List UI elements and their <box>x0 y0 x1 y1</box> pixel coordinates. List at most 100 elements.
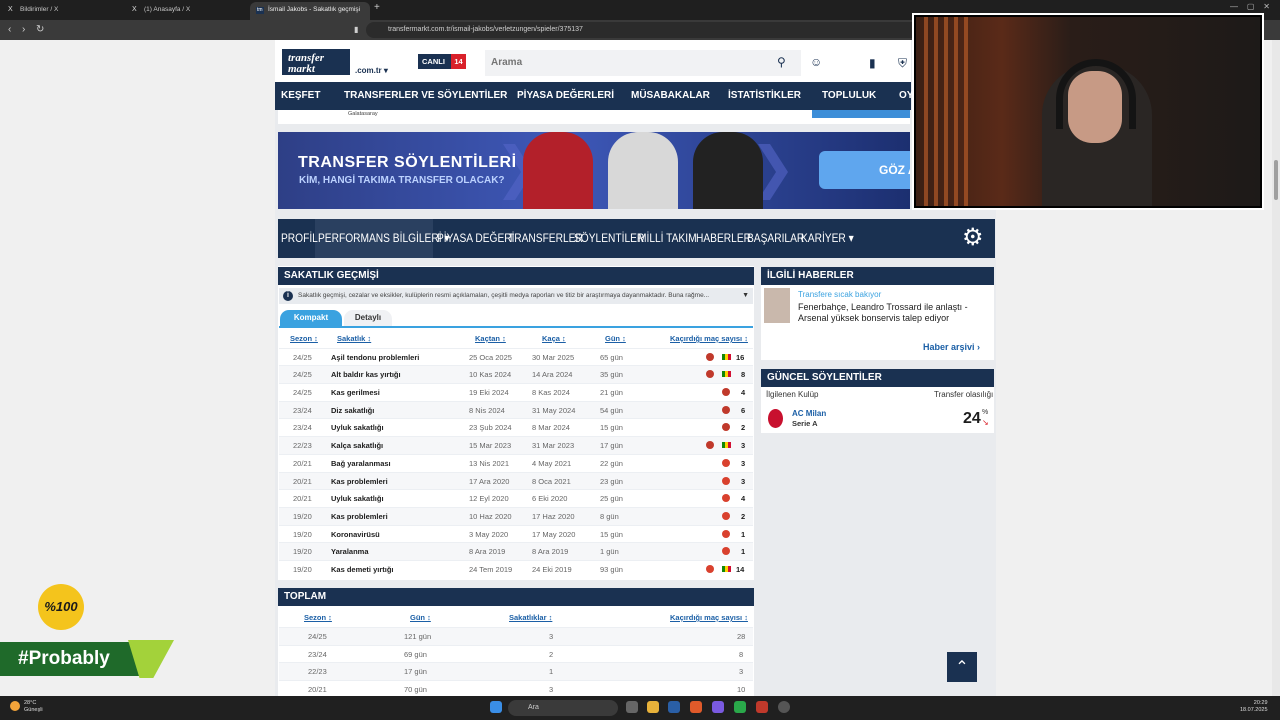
transfermarkt-logo[interactable]: transfer markt <box>282 49 350 75</box>
bookmark-icon[interactable]: ▮ <box>354 22 358 38</box>
club-crest-icon[interactable] <box>722 511 730 520</box>
table-row[interactable]: 19/20 Kas problemleri 10 Haz 2020 17 Haz 20… <box>279 506 753 525</box>
scrollbar-thumb[interactable] <box>1274 160 1278 200</box>
table-row[interactable]: 23/24 Diz sakatlığı 8 Nis 2024 31 May 2024 5… <box>279 400 753 419</box>
file-explorer-icon[interactable] <box>647 701 659 713</box>
club-crest-icon[interactable] <box>722 387 730 396</box>
column-header-season[interactable]: Sezon ↕ <box>290 334 318 343</box>
table-row[interactable]: 19/20 Yaralanma 8 Ara 2019 8 Ara 2019 1 gün 1 <box>279 542 753 561</box>
injury-cell[interactable]: Aşil tendonu problemleri <box>331 353 419 362</box>
injury-cell[interactable]: Diz sakatlığı <box>331 406 374 415</box>
club-crest-icon[interactable] <box>722 458 730 467</box>
discord-icon[interactable] <box>712 701 724 713</box>
news-tagline-link[interactable]: Transfere sıcak bakıyor <box>798 290 881 299</box>
news-thumbnail[interactable] <box>764 288 790 323</box>
profile-tab-achievements[interactable]: BAŞARILAR <box>747 219 804 258</box>
brave-browser-icon[interactable] <box>690 701 702 713</box>
profile-tab-news[interactable]: HABERLER <box>696 219 751 258</box>
steam-icon[interactable] <box>668 701 680 713</box>
reload-icon[interactable]: ↻ <box>36 22 44 38</box>
club-crest-icon[interactable] <box>722 405 730 414</box>
user-search-icon[interactable]: ☺ <box>810 55 822 69</box>
column-header-injury[interactable]: Sakatlık ↕ <box>337 334 371 343</box>
profile-tab-rumors[interactable]: SÖYLENTİLER <box>574 219 644 258</box>
club-crest-icon[interactable] <box>722 423 730 432</box>
table-row[interactable]: 23/24 Uyluk sakatlığı 23 Şub 2024 8 Mar 202… <box>279 418 753 437</box>
scrollbar[interactable] <box>1272 40 1280 696</box>
profile-tab-profile[interactable]: PROFİL <box>281 219 318 258</box>
browser-tab[interactable]: X (1) Anasayfa / X <box>126 2 246 20</box>
weather-widget[interactable]: 28°C Güneşli <box>10 700 43 714</box>
table-row[interactable]: 20/21 Kas problemleri 17 Ara 2020 8 Oca 202… <box>279 471 753 490</box>
club-crest-icon[interactable] <box>706 370 714 379</box>
browser-tab[interactable]: X Bildirimler / X <box>2 2 122 20</box>
browser-tab-active[interactable]: tm İsmail Jakobs - Sakatlık geçmişi <box>250 2 370 20</box>
rumor-club-link[interactable]: AC Milan <box>792 409 826 418</box>
taskbar-clock[interactable]: 20:29 18.07.2025 <box>1240 700 1268 714</box>
shield-icon[interactable]: ⛨ <box>898 56 907 70</box>
strip-button[interactable] <box>812 110 910 118</box>
injury-cell[interactable]: Uyluk sakatlığı <box>331 423 384 432</box>
gear-icon[interactable]: ⚙ <box>962 226 984 250</box>
search-icon[interactable]: ⚲ <box>777 55 786 69</box>
domain-selector[interactable]: .com.tr ▾ <box>355 66 388 75</box>
column-header-from[interactable]: Kaçtan ↕ <box>475 334 506 343</box>
injury-cell[interactable]: Kas gerilmesi <box>331 388 380 397</box>
totals-header-season[interactable]: Sezon ↕ <box>304 613 332 622</box>
nav-statistics[interactable]: İSTATİSTİKLER <box>728 82 801 110</box>
injury-cell[interactable]: Kas problemleri <box>331 512 388 521</box>
profile-tab-national-team[interactable]: MİLLİ TAKIM <box>638 219 697 258</box>
injury-cell[interactable]: Alt baldır kas yırtığı <box>331 370 401 379</box>
club-crest-icon[interactable] <box>722 476 730 485</box>
new-tab-icon[interactable]: + <box>374 0 380 16</box>
bookmark-icon[interactable]: ▮ <box>869 56 876 70</box>
task-view-icon[interactable] <box>626 701 638 713</box>
table-row[interactable]: 19/20 Kas demeti yırtığı 24 Tem 2019 24 Eki… <box>279 560 753 578</box>
club-crest-icon[interactable] <box>722 529 730 538</box>
nav-community[interactable]: TOPLULUK <box>822 82 876 110</box>
profile-tab-performance[interactable]: PERFORMANS BİLGİLERİ ▾ <box>318 219 450 258</box>
column-header-games-missed[interactable]: Kaçırdığı maç sayısı ↕ <box>670 334 748 343</box>
taskbar-search[interactable]: Ara <box>508 700 618 716</box>
search-input[interactable] <box>485 50 801 76</box>
whatsapp-icon[interactable] <box>734 701 746 713</box>
injury-cell[interactable]: Kalça sakatlığı <box>331 441 383 450</box>
profile-tab-market-value[interactable]: PİYASA DEĞERİ <box>437 219 514 258</box>
injury-cell[interactable]: Koronavirüsü <box>331 530 380 539</box>
banner-cta-button[interactable]: GÖZ A <box>819 151 910 189</box>
injury-info-note[interactable]: i Sakatlık geçmişi, cezalar ve eksikler, … <box>279 288 753 304</box>
injury-cell[interactable]: Kas demeti yırtığı <box>331 565 394 574</box>
transfer-rumors-banner[interactable]: TRANSFER SÖYLENTİLERİ KİM, HANGİ TAKIMA … <box>278 132 910 209</box>
nav-competitions[interactable]: MÜSABAKALAR <box>631 82 710 110</box>
table-row[interactable]: 19/20 Koronavirüsü 3 May 2020 17 May 2020 15… <box>279 524 753 543</box>
live-button[interactable]: CANLI 14 <box>418 54 466 69</box>
scroll-to-top-button[interactable]: ⌃ <box>947 652 977 682</box>
tab-detailed[interactable]: Detaylı <box>344 310 392 326</box>
injury-cell[interactable]: Yaralanma <box>331 547 369 556</box>
app-icon[interactable] <box>756 701 768 713</box>
column-header-days[interactable]: Gün ↕ <box>605 334 626 343</box>
back-icon[interactable]: ‹ <box>8 22 11 38</box>
club-crest-icon[interactable] <box>722 547 730 556</box>
table-row[interactable]: 20/21 Bağ yaralanması 13 Nis 2021 4 May 202… <box>279 453 753 472</box>
profile-tab-career[interactable]: KARİYER ▾ <box>801 219 854 258</box>
table-row[interactable]: 24/25 Kas gerilmesi 19 Eki 2024 8 Kas 2024 2… <box>279 382 753 401</box>
club-crest-icon[interactable] <box>722 494 730 503</box>
injury-cell[interactable]: Uyluk sakatlığı <box>331 494 384 503</box>
forward-icon[interactable]: › <box>22 22 25 38</box>
nav-market-values[interactable]: PİYASA DEĞERLERİ <box>517 82 614 110</box>
injury-cell[interactable]: Bağ yaralanması <box>331 459 391 468</box>
club-crest-icon[interactable] <box>706 565 714 574</box>
obs-icon[interactable] <box>778 701 790 713</box>
totals-header-games-missed[interactable]: Kaçırdığı maç sayısı ↕ <box>670 613 748 622</box>
nav-explore[interactable]: KEŞFET <box>281 82 320 110</box>
url-field[interactable]: transfermarkt.com.tr/ismail-jakobs/verle… <box>366 22 926 38</box>
club-crest-icon[interactable] <box>706 441 714 450</box>
news-headline[interactable]: Fenerbahçe, Leandro Trossard ile anlaştı… <box>798 302 988 324</box>
table-row[interactable]: 24/25 Alt baldır kas yırtığı 10 Kas 2024 14… <box>279 365 753 383</box>
injury-cell[interactable]: Kas problemleri <box>331 477 388 486</box>
window-controls[interactable]: — ▢ ✕ <box>1230 2 1270 11</box>
club-crest-icon[interactable] <box>706 352 714 361</box>
profile-tab-transfers[interactable]: TRANSFERLER <box>508 219 583 258</box>
table-row[interactable]: 20/21 Uyluk sakatlığı 12 Eyl 2020 6 Eki 202… <box>279 489 753 507</box>
